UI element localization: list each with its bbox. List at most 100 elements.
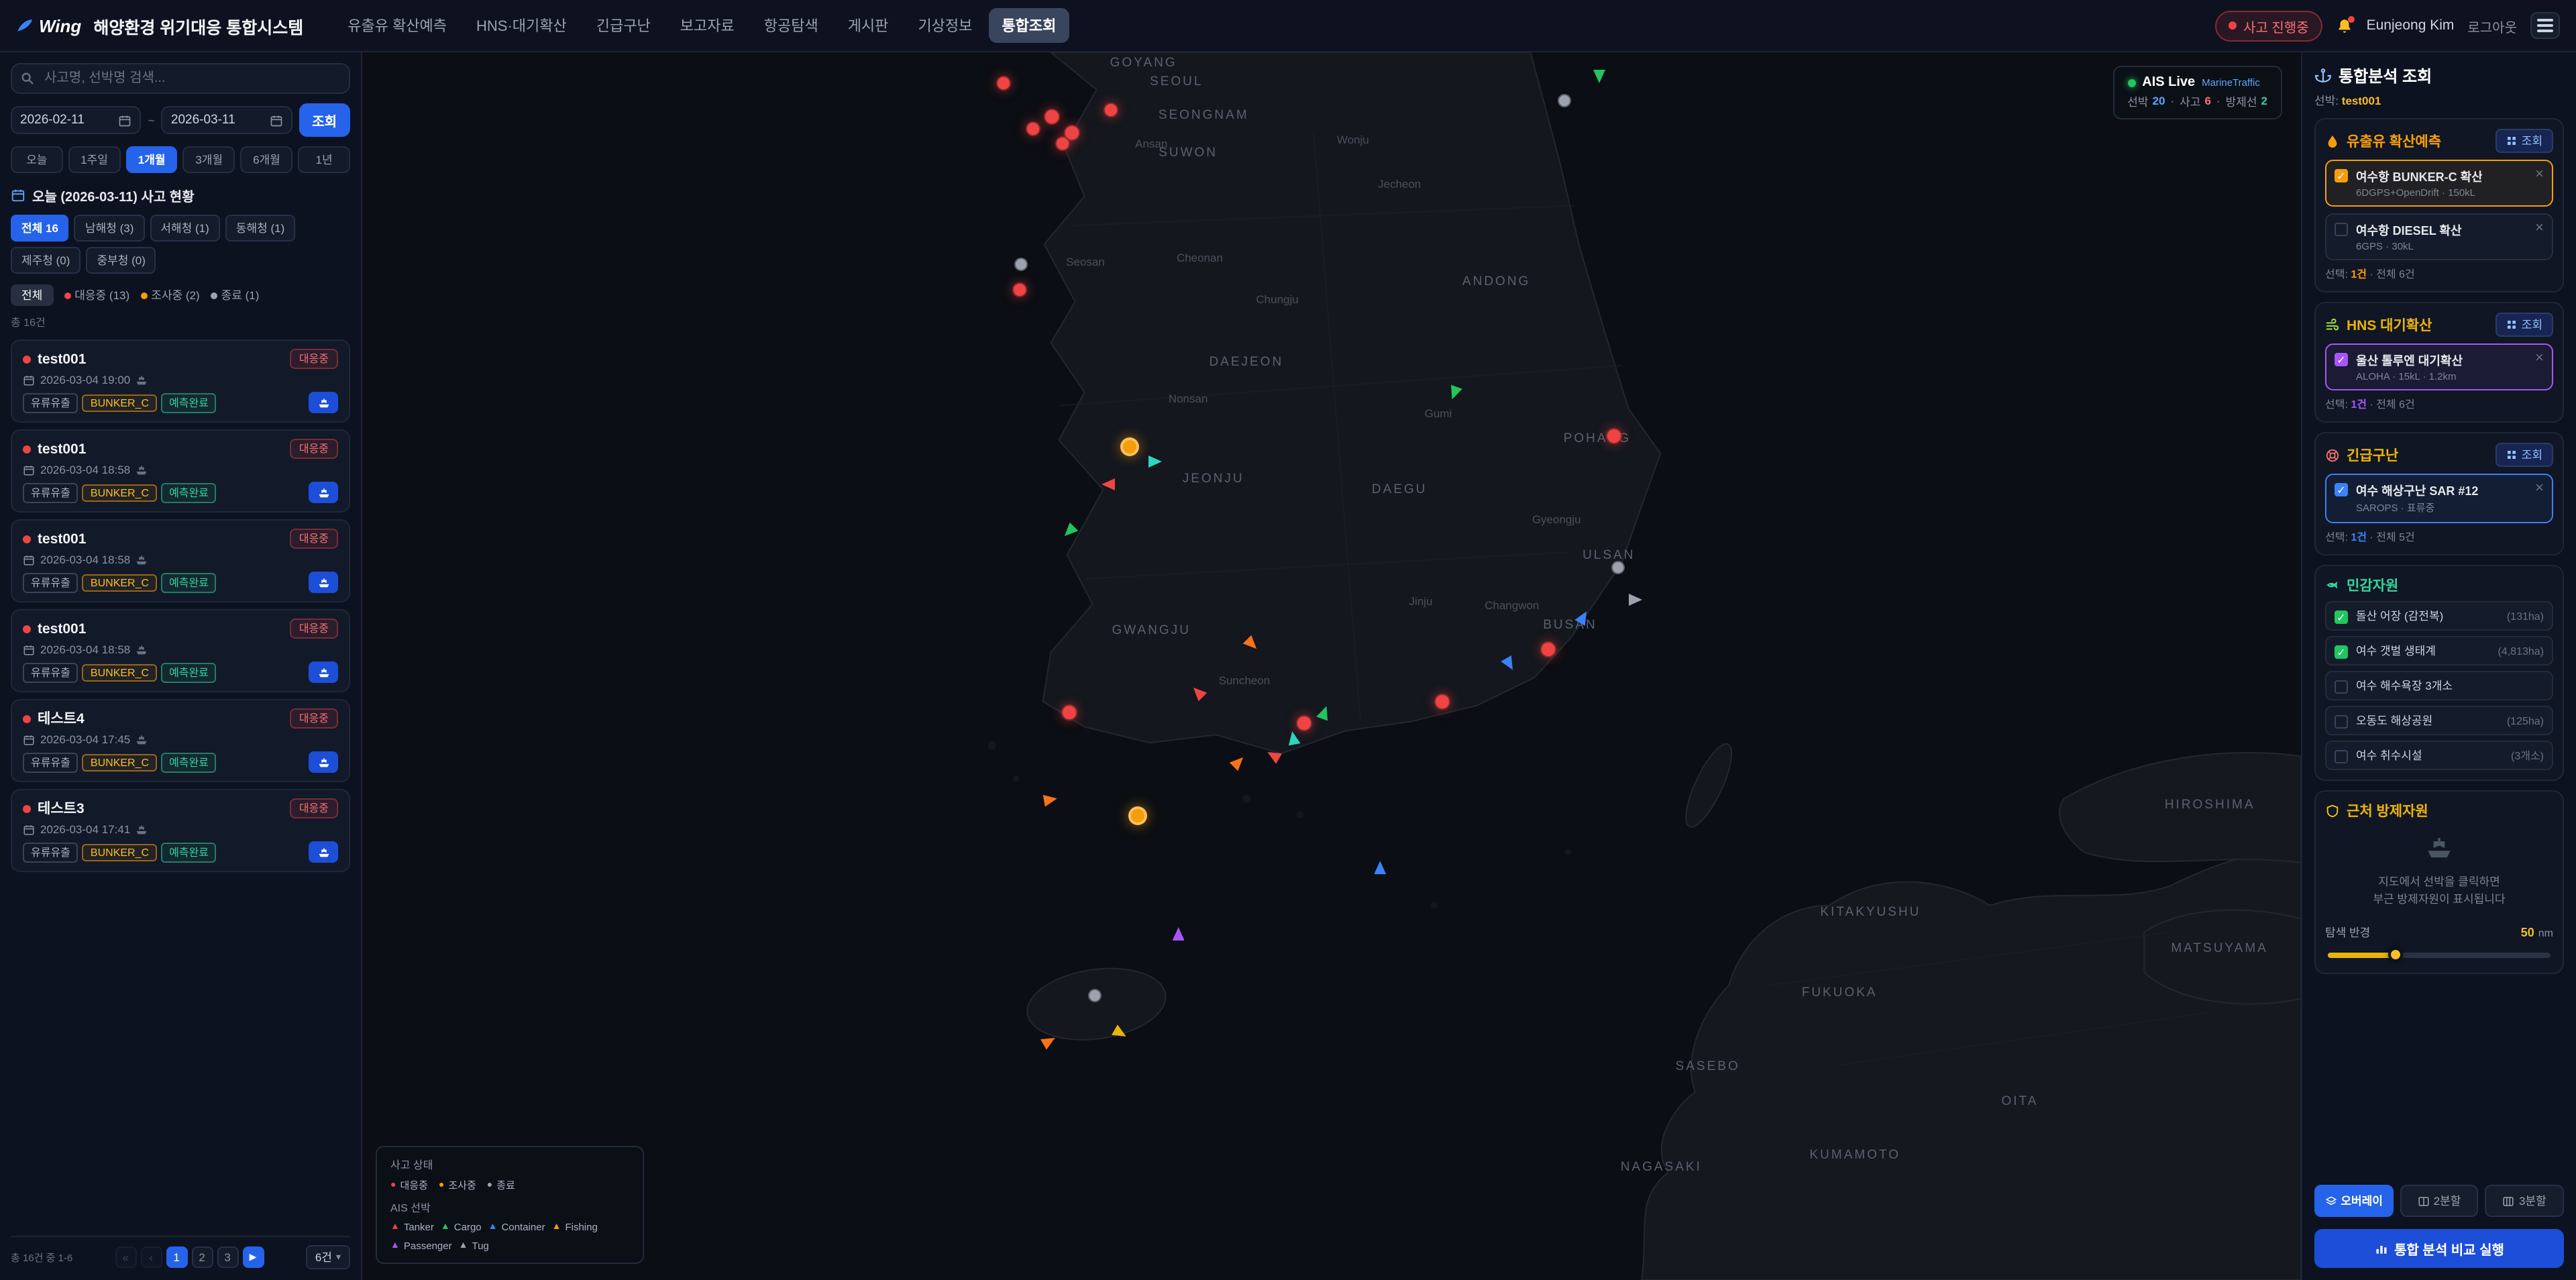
nav-item[interactable]: HNS·대기확산 [463,8,580,43]
region-chip[interactable]: 중부청 (0) [86,247,156,274]
view-on-map-button[interactable] [309,482,338,503]
section-query-button[interactable]: 조회 [2496,443,2553,467]
range-chip[interactable]: 1년 [298,146,350,173]
nav-item[interactable]: 보고자료 [667,8,748,43]
incident-card[interactable]: 테스트3대응중2026-03-04 17:41유류유출BUNKER_C예측완료 [11,789,350,872]
ship-marker[interactable] [1061,522,1079,540]
view-mode-button[interactable]: 3분할 [2485,1185,2564,1217]
checkbox[interactable]: ✓ [2334,483,2348,496]
section-query-button[interactable]: 조회 [2496,129,2553,153]
radius-slider[interactable] [2328,952,2551,957]
checkbox[interactable] [2334,714,2348,728]
ship-marker[interactable] [1446,385,1462,402]
ship-marker[interactable] [1593,70,1605,84]
incident-marker[interactable] [1541,641,1557,657]
status-filter[interactable]: 종료 (1) [211,287,260,303]
resource-item[interactable]: 여수 해수욕장 3개소 [2325,671,2553,700]
incident-marker[interactable] [1104,103,1118,117]
run-analysis-button[interactable]: 통합 분석 비교 실행 [2314,1229,2564,1268]
incident-card[interactable]: test001대응중2026-03-04 18:58유류유출BUNKER_C예측… [11,429,350,513]
incident-marker[interactable] [1062,705,1078,721]
analysis-item[interactable]: ✓울산 톨루엔 대기확산ALOHA · 15kL · 1.2km× [2325,343,2553,390]
ship-marker[interactable] [1148,455,1162,467]
next-page-button[interactable]: ▶ [242,1246,264,1268]
range-chip[interactable]: 3개월 [183,146,235,173]
nav-item[interactable]: 기상정보 [904,8,985,43]
analysis-item[interactable]: ✓여수 해상구난 SAR #12SAROPS · 표류중× [2325,474,2553,523]
ship-marker[interactable] [1102,478,1116,490]
region-chip[interactable]: 전체 16 [11,215,69,242]
analysis-item[interactable]: 여수항 DIESEL 확산6GPS · 30kL× [2325,213,2553,260]
incident-marker[interactable] [1128,806,1147,825]
ship-marker[interactable] [1112,1024,1129,1042]
nav-item[interactable]: 긴급구난 [583,8,664,43]
ship-marker[interactable] [1243,635,1261,653]
checkbox[interactable]: ✓ [2334,645,2348,658]
view-mode-button[interactable]: 2분할 [2400,1185,2478,1217]
ship-marker[interactable] [1316,704,1332,721]
region-chip[interactable]: 동해청 (1) [225,215,295,242]
ship-marker[interactable] [1286,730,1300,745]
close-icon[interactable]: × [2535,482,2544,495]
logout-link[interactable]: 로그아웃 [2467,15,2517,36]
page-button[interactable]: 1 [166,1246,187,1268]
incident-marker[interactable] [1120,437,1139,456]
region-chip[interactable]: 서해청 (1) [150,215,219,242]
view-on-map-button[interactable] [309,841,338,863]
incident-card[interactable]: test001대응중2026-03-04 19:00유류유출BUNKER_C예측… [11,339,350,423]
close-icon[interactable]: × [2535,352,2544,365]
incident-marker[interactable] [997,76,1012,91]
incident-marker[interactable] [1558,93,1571,107]
range-chip[interactable]: 6개월 [241,146,293,173]
region-chip[interactable]: 남해청 (3) [74,215,144,242]
analysis-item[interactable]: ✓여수항 BUNKER-C 확산6DGPS+OpenDrift · 150kL× [2325,160,2553,207]
ship-marker[interactable] [1265,747,1282,765]
checkbox[interactable] [2334,223,2348,236]
resource-item[interactable]: 오동도 해상공원(125ha) [2325,706,2553,735]
incident-marker[interactable] [1015,258,1028,272]
nav-item[interactable]: 통합조회 [988,8,1069,43]
view-mode-button[interactable]: 오버레이 [2314,1185,2393,1217]
first-page-button[interactable]: « [115,1246,136,1268]
status-filter[interactable]: 대응중 (13) [64,287,129,303]
resource-item[interactable]: ✓돌산 어장 (감전복)(131ha) [2325,601,2553,631]
incident-card[interactable]: 테스트4대응중2026-03-04 17:45유류유출BUNKER_C예측완료 [11,699,350,782]
view-on-map-button[interactable] [309,661,338,683]
range-chip[interactable]: 1주일 [68,146,121,173]
resource-item[interactable]: 여수 취수시설(3개소) [2325,741,2553,770]
incident-card[interactable]: test001대응중2026-03-04 18:58유류유출BUNKER_C예측… [11,519,350,602]
ship-marker[interactable] [1230,753,1248,771]
incident-marker[interactable] [1434,694,1450,710]
ship-marker[interactable] [1575,608,1593,626]
incident-marker[interactable] [1026,121,1040,136]
region-chip[interactable]: 제주청 (0) [11,247,80,274]
ship-marker[interactable] [1043,793,1059,807]
prev-page-button[interactable]: ‹ [140,1246,162,1268]
incident-marker[interactable] [1612,562,1625,575]
nav-item[interactable]: 게시판 [835,8,902,43]
ship-marker[interactable] [1501,655,1519,672]
checkbox[interactable]: ✓ [2334,169,2348,182]
checkbox[interactable] [2334,680,2348,693]
slider-thumb[interactable] [2388,947,2403,961]
date-to-input[interactable]: 2026-03-11 [162,106,292,134]
view-on-map-button[interactable] [309,572,338,593]
notification-bell-icon[interactable] [2336,17,2353,34]
close-icon[interactable]: × [2535,168,2544,181]
page-size-select[interactable]: 6건 ▾ [306,1245,350,1269]
nav-item[interactable]: 유출유 확산예측 [334,8,460,43]
resource-item[interactable]: ✓여수 갯벌 생태계(4,813ha) [2325,636,2553,665]
search-input[interactable] [11,63,350,94]
checkbox[interactable] [2334,749,2348,763]
ship-marker[interactable] [1173,927,1185,941]
date-from-input[interactable]: 2026-02-11 [11,106,141,134]
close-icon[interactable]: × [2535,221,2544,235]
range-chip[interactable]: 오늘 [11,146,63,173]
incident-marker[interactable] [1297,714,1313,731]
checkbox[interactable]: ✓ [2334,610,2348,623]
view-on-map-button[interactable] [309,392,338,413]
ship-marker[interactable] [1040,1033,1057,1051]
incident-marker[interactable] [1607,429,1623,445]
map-canvas[interactable]: GOYANGSEOULSEONGNAMAnsanSUWONWonjuJecheo… [362,52,2301,1280]
incident-marker[interactable] [1088,988,1102,1002]
